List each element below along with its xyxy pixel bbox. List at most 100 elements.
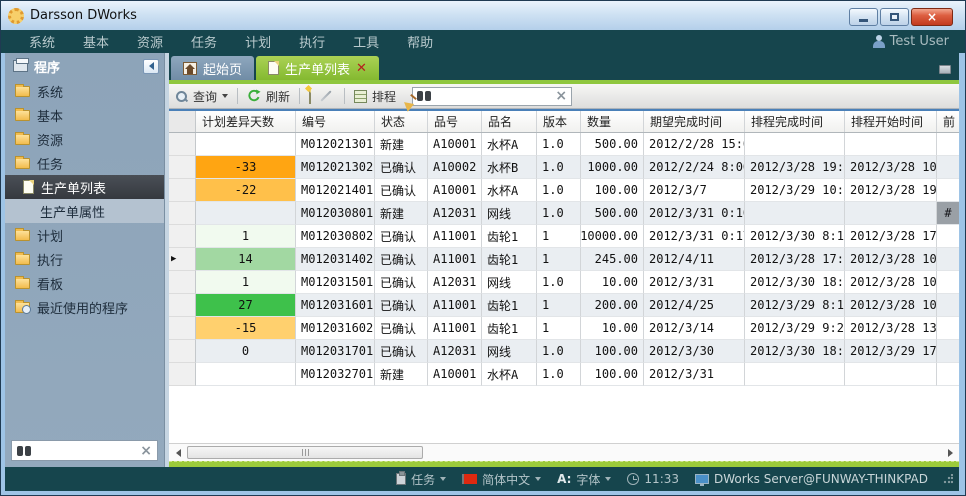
cell-qty[interactable]: 245.00 [581, 248, 644, 271]
cell-diff[interactable]: 27 [196, 294, 296, 317]
cell-qty[interactable]: 500.00 [581, 202, 644, 225]
cell-qty[interactable]: 500.00 [581, 133, 644, 156]
cell-sched_start[interactable] [845, 133, 937, 156]
column-header-4[interactable]: 品名 [482, 111, 537, 132]
cell-no[interactable]: M012031402 [296, 248, 375, 271]
table-row[interactable]: -22M012021401已确认A10001水杯A1.0100.002012/3… [169, 179, 959, 202]
cell-extra[interactable] [937, 294, 959, 317]
cell-sched_finish[interactable] [745, 133, 845, 156]
cell-status[interactable]: 已确认 [375, 317, 428, 340]
resize-grip[interactable] [943, 474, 953, 484]
cell-qty[interactable]: 1000.00 [581, 156, 644, 179]
cell-sched_start[interactable]: 2012/3/28 10:52 [845, 156, 937, 179]
table-row[interactable]: -15M012031602已确认A11001齿轮1110.002012/3/14… [169, 317, 959, 340]
cell-status[interactable]: 新建 [375, 133, 428, 156]
cell-item_no[interactable]: A11001 [428, 317, 482, 340]
cell-item_name[interactable]: 齿轮1 [482, 225, 537, 248]
cell-diff[interactable]: 1 [196, 271, 296, 294]
cell-sched_start[interactable]: 2012/3/28 13:40 [845, 317, 937, 340]
edit-button[interactable] [317, 95, 335, 97]
cell-status[interactable]: 已确认 [375, 179, 428, 202]
cell-extra[interactable] [937, 340, 959, 363]
menu-item-1[interactable]: 基本 [69, 32, 123, 51]
toolbar-search-clear-icon[interactable]: × [555, 89, 567, 103]
close-button[interactable]: × [911, 8, 953, 26]
cell-item_no[interactable]: A12031 [428, 271, 482, 294]
horizontal-scrollbar[interactable] [169, 443, 959, 461]
cell-expected[interactable]: 2012/3/31 [644, 271, 745, 294]
sidebar-item[interactable]: 生产单属性 [5, 199, 164, 223]
cell-qty[interactable]: 10000.00 [581, 225, 644, 248]
cell-extra[interactable] [937, 179, 959, 202]
current-row-indicator[interactable]: ▶ [169, 248, 196, 271]
cell-item_name[interactable]: 齿轮1 [482, 248, 537, 271]
column-header-10[interactable]: 前 [937, 111, 959, 132]
scrollbar-thumb[interactable] [187, 446, 423, 459]
cell-version[interactable]: 1 [537, 225, 581, 248]
cell-status[interactable]: 已确认 [375, 156, 428, 179]
row-header[interactable] [169, 363, 196, 386]
cell-version[interactable]: 1.0 [537, 202, 581, 225]
cell-extra[interactable] [937, 317, 959, 340]
sidebar-item[interactable]: 生产单列表 [5, 175, 164, 199]
cell-extra[interactable] [937, 133, 959, 156]
cell-item_no[interactable]: A10001 [428, 179, 482, 202]
cell-item_no[interactable]: A10001 [428, 363, 482, 386]
cell-diff[interactable]: 14 [196, 248, 296, 271]
tab-home[interactable]: 起始页 [171, 56, 254, 80]
cell-item_no[interactable]: A10001 [428, 133, 482, 156]
sidebar-item[interactable]: 最近使用的程序 [5, 295, 164, 319]
cell-item_name[interactable]: 水杯A [482, 363, 537, 386]
cell-item_no[interactable]: A11001 [428, 248, 482, 271]
cell-expected[interactable]: 2012/3/31 [644, 363, 745, 386]
maximize-button[interactable] [880, 8, 909, 26]
column-header-7[interactable]: 期望完成时间 [644, 111, 745, 132]
cell-version[interactable]: 1.0 [537, 179, 581, 202]
cell-sched_start[interactable]: 2012/3/28 19:10 [845, 179, 937, 202]
cell-sched_finish[interactable] [745, 202, 845, 225]
cell-diff[interactable] [196, 363, 296, 386]
sidebar-item[interactable]: 任务 [5, 151, 164, 175]
sidebar-item[interactable]: 资源 [5, 127, 164, 151]
cell-sched_finish[interactable]: 2012/3/29 10:20 [745, 179, 845, 202]
cell-extra[interactable] [937, 248, 959, 271]
minimize-button[interactable] [849, 8, 878, 26]
cell-no[interactable]: M012030802 [296, 225, 375, 248]
cell-sched_finish[interactable]: 2012/3/30 18:00 [745, 340, 845, 363]
cell-status[interactable]: 已确认 [375, 294, 428, 317]
cell-sched_finish[interactable]: 2012/3/30 18:00 [745, 271, 845, 294]
cell-status[interactable]: 已确认 [375, 225, 428, 248]
pin-icon[interactable] [939, 65, 951, 74]
column-header-6[interactable]: 数量 [581, 111, 644, 132]
table-row[interactable]: M012030801新建A12031网线1.0500.002012/3/31 0… [169, 202, 959, 225]
table-row[interactable]: 0M012031701已确认A12031网线1.0100.002012/3/30… [169, 340, 959, 363]
table-row[interactable]: M012032701新建A10001水杯A1.0100.002012/3/31 [169, 363, 959, 386]
cell-expected[interactable]: 2012/3/7 [644, 179, 745, 202]
menu-item-5[interactable]: 执行 [285, 32, 339, 51]
cell-sched_finish[interactable] [745, 363, 845, 386]
cell-no[interactable]: M012031701 [296, 340, 375, 363]
cell-item_name[interactable]: 水杯A [482, 133, 537, 156]
table-row[interactable]: M012021301新建A10001水杯A1.0500.002012/2/28 … [169, 133, 959, 156]
scroll-left-button[interactable] [171, 446, 185, 460]
status-language-menu[interactable]: 简体中文 [457, 471, 546, 488]
cell-sched_finish[interactable]: 2012/3/30 8:15 [745, 225, 845, 248]
row-header[interactable] [169, 225, 196, 248]
cell-sched_finish[interactable]: 2012/3/28 17:13 [745, 248, 845, 271]
menu-item-7[interactable]: 帮助 [393, 32, 447, 51]
toolbar-search-input[interactable] [435, 89, 551, 103]
cell-diff[interactable]: -33 [196, 156, 296, 179]
cell-no[interactable]: M012030801 [296, 202, 375, 225]
row-header[interactable] [169, 202, 196, 225]
cell-qty[interactable]: 100.00 [581, 363, 644, 386]
row-header[interactable] [169, 156, 196, 179]
cell-sched_start[interactable]: 2012/3/28 10:52 [845, 294, 937, 317]
sidebar-item[interactable]: 执行 [5, 247, 164, 271]
menu-item-2[interactable]: 资源 [123, 32, 177, 51]
cell-item_no[interactable]: A10002 [428, 156, 482, 179]
menu-item-3[interactable]: 任务 [177, 32, 231, 51]
cell-version[interactable]: 1.0 [537, 156, 581, 179]
cell-expected[interactable]: 2012/3/31 0:10 [644, 202, 745, 225]
table-row[interactable]: 1M012031501已确认A12031网线1.010.002012/3/312… [169, 271, 959, 294]
cell-qty[interactable]: 10.00 [581, 271, 644, 294]
